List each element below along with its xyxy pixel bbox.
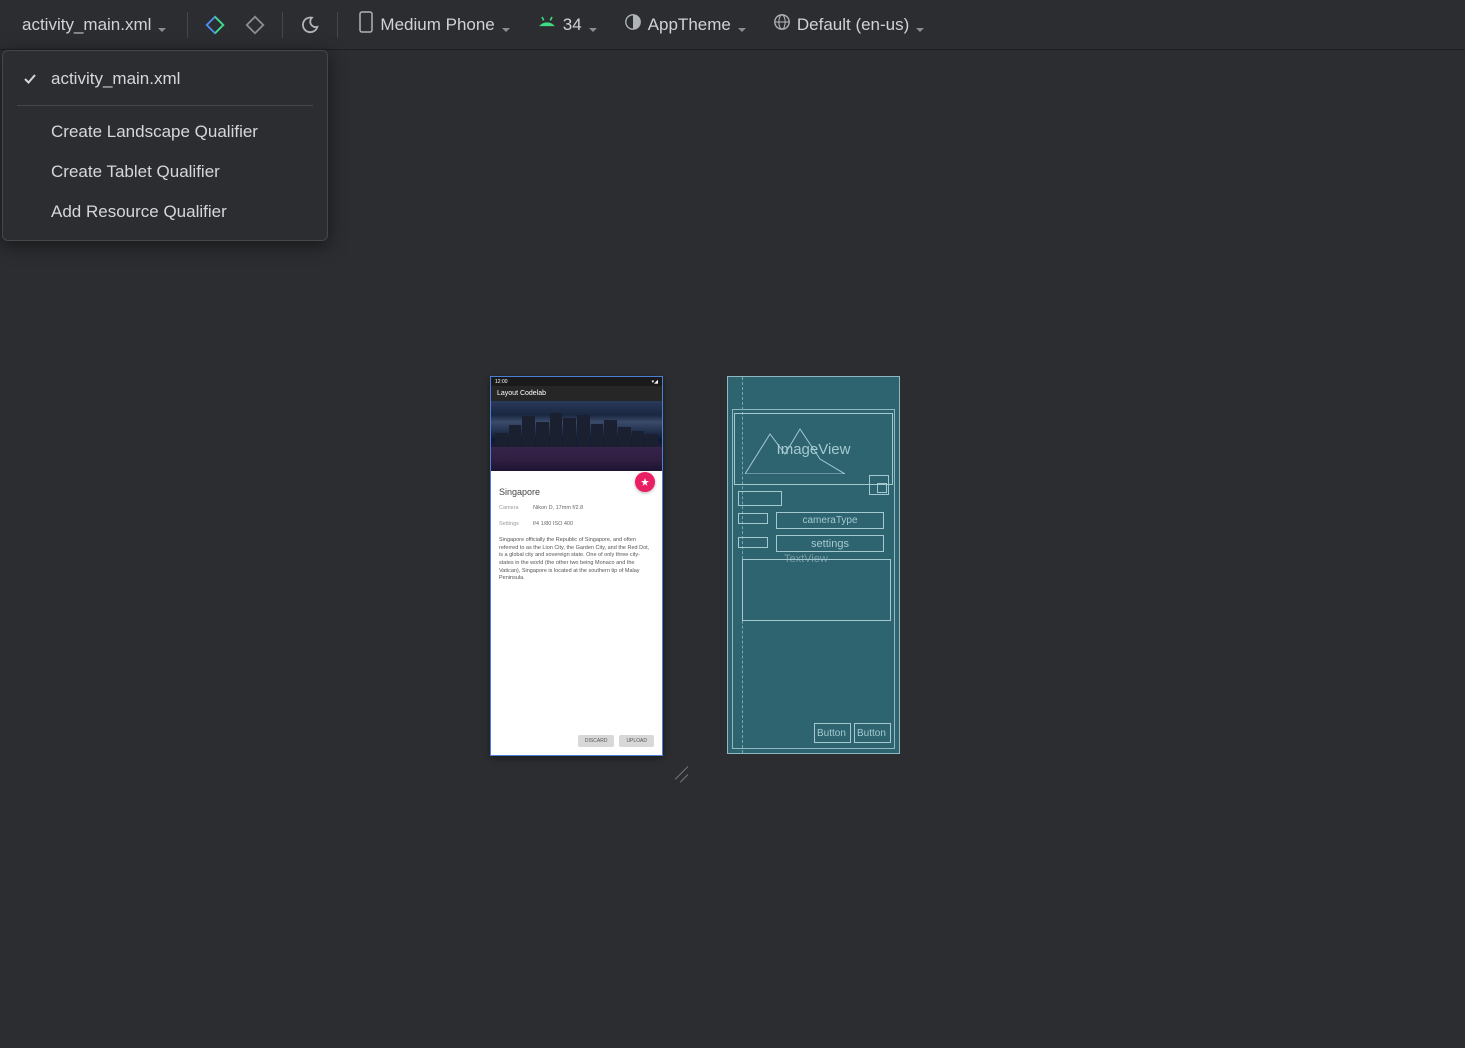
dropdown-landscape-label: Create Landscape Qualifier xyxy=(51,122,258,142)
blueprint-button1: Button xyxy=(814,723,851,743)
blueprint-settings-label xyxy=(738,537,768,548)
dropdown-qualifier-label: Add Resource Qualifier xyxy=(51,202,227,222)
fab-button xyxy=(635,472,655,492)
divider xyxy=(187,12,188,38)
file-name-label: activity_main.xml xyxy=(22,15,151,35)
status-icons: ▾◢ xyxy=(652,379,658,385)
design-preview[interactable]: 12:00 ▾◢ Layout Codelab xyxy=(490,376,663,756)
contrast-icon xyxy=(624,13,642,36)
blueprint-title xyxy=(738,491,782,506)
dropdown-create-tablet[interactable]: Create Tablet Qualifier xyxy=(3,152,327,192)
blueprint-camera-label xyxy=(738,513,768,524)
description: Singapore officially the Republic of Sin… xyxy=(499,537,654,583)
settings-label: Settings xyxy=(499,521,527,527)
button-row: DISCARD UPLOAD xyxy=(578,735,654,747)
status-time: 12:00 xyxy=(495,379,508,385)
device-label: Medium Phone xyxy=(380,15,494,35)
chevron-down-icon xyxy=(501,20,511,30)
device-selector[interactable]: Medium Phone xyxy=(348,5,520,44)
dropdown-separator xyxy=(17,105,313,106)
blueprint-camera-type: cameraType xyxy=(776,512,884,529)
locale-selector[interactable]: Default (en-us) xyxy=(763,7,935,42)
android-icon xyxy=(537,13,557,36)
globe-icon xyxy=(773,13,791,36)
chevron-down-icon xyxy=(157,20,167,30)
appbar-title: Layout Codelab xyxy=(497,390,546,397)
discard-button: DISCARD xyxy=(578,735,615,747)
blueprint-settings: settings xyxy=(776,535,884,552)
camera-value: Nikon D, 17mm f/2.8 xyxy=(533,505,583,511)
orientation-icon[interactable] xyxy=(238,8,272,42)
toolbar: activity_main.xml Medium Phone 34 xyxy=(0,0,1465,50)
chevron-down-icon xyxy=(915,20,925,30)
divider xyxy=(282,12,283,38)
api-label: 34 xyxy=(563,15,582,35)
dropdown-create-landscape[interactable]: Create Landscape Qualifier xyxy=(3,112,327,152)
dropdown-current-label: activity_main.xml xyxy=(51,69,180,89)
blueprint-button2: Button xyxy=(854,723,891,743)
dropdown-tablet-label: Create Tablet Qualifier xyxy=(51,162,220,182)
app-bar: Layout Codelab xyxy=(491,386,662,401)
locale-label: Default (en-us) xyxy=(797,15,909,35)
content-area: Singapore Camera Nikon D, 17mm f/2.8 Set… xyxy=(491,471,662,591)
file-selector[interactable]: activity_main.xml xyxy=(12,9,177,41)
content-title: Singapore xyxy=(499,487,654,497)
hero-image xyxy=(491,401,662,471)
blueprint-fab xyxy=(869,475,889,495)
status-bar: 12:00 ▾◢ xyxy=(491,377,662,386)
theme-selector[interactable]: AppTheme xyxy=(614,7,757,42)
phone-icon xyxy=(358,11,374,38)
settings-value: f/4 1/80 ISO 400 xyxy=(533,521,573,527)
file-dropdown-menu: activity_main.xml Create Landscape Quali… xyxy=(2,50,328,241)
divider xyxy=(337,12,338,38)
api-selector[interactable]: 34 xyxy=(527,7,608,42)
camera-label: Camera xyxy=(499,505,527,511)
dropdown-add-qualifier[interactable]: Add Resource Qualifier xyxy=(3,192,327,232)
chevron-down-icon xyxy=(737,20,747,30)
blueprint-textview xyxy=(742,559,891,621)
design-mode-icon[interactable] xyxy=(198,8,232,42)
upload-button: UPLOAD xyxy=(619,735,654,747)
chevron-down-icon xyxy=(588,20,598,30)
resize-handle[interactable] xyxy=(668,762,688,782)
check-icon xyxy=(21,72,39,86)
theme-label: AppTheme xyxy=(648,15,731,35)
night-mode-icon[interactable] xyxy=(293,8,327,42)
blueprint-preview[interactable]: ImageView cameraType settings TextView B… xyxy=(727,376,900,754)
dropdown-current-file[interactable]: activity_main.xml xyxy=(3,59,327,99)
